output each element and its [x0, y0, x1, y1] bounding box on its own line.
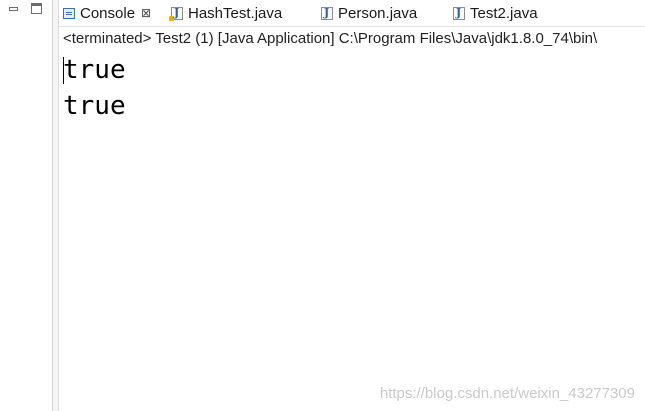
tab-hashtest[interactable]: HashTest.java [169, 0, 283, 26]
watermark: https://blog.csdn.net/weixin_43277309 [379, 385, 635, 402]
tab-label: HashTest.java [188, 4, 283, 22]
text-caret [63, 57, 64, 84]
console-icon [63, 7, 75, 19]
left-pane [0, 0, 53, 411]
java-file-icon [453, 6, 465, 20]
tab-console[interactable]: Console ⊠ [63, 0, 167, 26]
java-file-icon [321, 6, 333, 20]
tab-test2[interactable]: Test2.java [453, 0, 538, 26]
close-icon[interactable]: ⊠ [141, 6, 151, 20]
console-view: Console ⊠ HashTest.java Person.java Test… [59, 0, 645, 411]
output-line: true [63, 55, 126, 85]
console-status: <terminated> Test2 (1) [Java Application… [63, 30, 598, 47]
tab-bar: Console ⊠ HashTest.java Person.java Test… [59, 0, 645, 27]
maximize-icon[interactable] [31, 3, 42, 14]
tab-label: Test2.java [470, 4, 538, 22]
minimize-icon[interactable] [8, 3, 19, 14]
tab-label: Console [80, 4, 136, 22]
console-output[interactable]: true true [63, 52, 645, 124]
java-file-icon [169, 6, 183, 21]
tab-label: Person.java [338, 4, 418, 22]
output-line: true [63, 91, 126, 121]
tab-person[interactable]: Person.java [321, 0, 417, 26]
